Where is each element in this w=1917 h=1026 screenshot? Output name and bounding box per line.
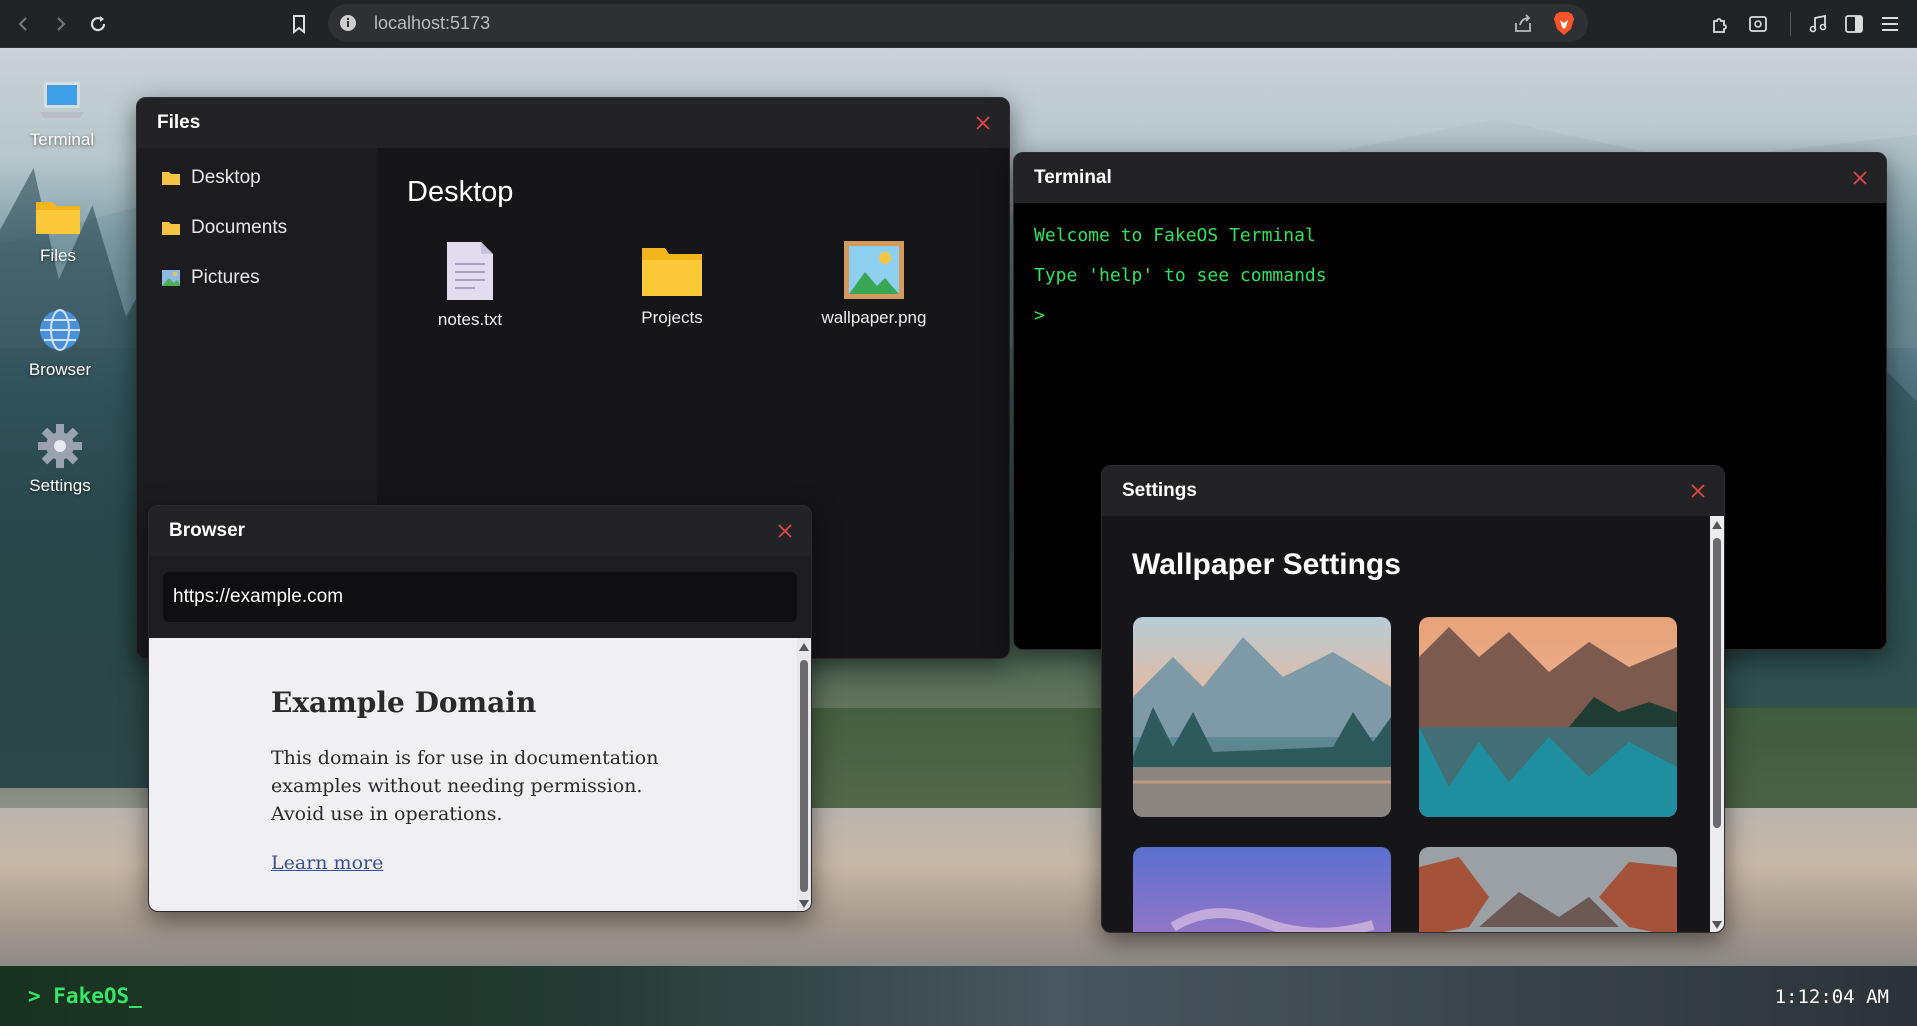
terminal-line: Welcome to FakeOS Terminal	[1034, 225, 1316, 246]
brave-icon[interactable]	[1552, 11, 1576, 37]
folder-icon	[161, 219, 181, 237]
window-title: Settings	[1122, 480, 1197, 501]
folder-heading: Desktop	[407, 176, 514, 208]
folder-icon	[34, 192, 82, 240]
text-file-icon	[395, 240, 545, 302]
wallpaper-thumb-valley[interactable]	[1133, 617, 1391, 817]
image-file-icon	[799, 240, 949, 300]
wallpaper-thumb-purple-sky[interactable]	[1133, 847, 1391, 932]
scrollbar-thumb[interactable]	[800, 660, 808, 892]
extensions-icon[interactable]	[1706, 10, 1734, 38]
settings-content: Wallpaper Settings	[1102, 516, 1724, 932]
scroll-down-icon[interactable]	[1712, 921, 1722, 929]
forward-icon[interactable]	[46, 10, 74, 38]
scrollbar[interactable]	[797, 638, 811, 911]
close-icon[interactable]	[1688, 481, 1708, 501]
page-heading: Example Domain	[271, 686, 537, 719]
browser-titlebar[interactable]: Browser	[149, 506, 811, 556]
window-title: Browser	[169, 520, 246, 541]
taskbar: > FakeOS_ 1:12:04 AM	[0, 966, 1917, 1026]
wallpaper-thumb-red-canyon[interactable]	[1419, 847, 1677, 932]
back-icon[interactable]	[10, 10, 38, 38]
sidebar-item-documents[interactable]: Documents	[161, 214, 287, 242]
close-icon[interactable]	[775, 521, 795, 541]
page-body: This domain is for use in documentation …	[271, 747, 659, 825]
address-bar[interactable]: localhost:5173	[328, 4, 1588, 42]
info-icon[interactable]	[338, 13, 358, 33]
file-item-projects[interactable]: Projects	[597, 240, 747, 328]
terminal-titlebar[interactable]: Terminal	[1014, 153, 1886, 203]
close-icon[interactable]	[973, 113, 993, 133]
terminal-line: Type 'help' to see commands	[1034, 265, 1327, 286]
gear-icon	[36, 422, 84, 470]
desktop-icon-files[interactable]: Files	[8, 192, 108, 266]
bookmark-icon[interactable]	[285, 10, 313, 38]
file-item-label: wallpaper.png	[821, 308, 927, 327]
browser-window: Browser https://example.com Example Doma…	[148, 505, 812, 912]
os-brand[interactable]: > FakeOS_	[28, 984, 142, 1008]
desktop-icon-settings[interactable]: Settings	[10, 422, 110, 496]
close-icon[interactable]	[1850, 168, 1870, 188]
browser-page: Example Domain This domain is for use in…	[149, 638, 811, 911]
terminal-prompt[interactable]: >	[1034, 305, 1045, 326]
file-item-notes[interactable]: notes.txt	[395, 240, 545, 330]
scroll-up-icon[interactable]	[1712, 521, 1722, 529]
browser-chrome: localhost:5173	[0, 0, 1917, 48]
sidebar-item-label: Documents	[191, 217, 288, 238]
folder-icon	[161, 169, 181, 187]
desktop-icon-label: Settings	[29, 476, 91, 495]
folder-icon	[597, 240, 747, 300]
settings-window: Settings Wallpaper Settings	[1101, 465, 1725, 933]
menu-icon[interactable]	[1876, 10, 1904, 38]
desktop-icon-browser[interactable]: Browser	[10, 306, 110, 380]
window-title: Terminal	[1034, 167, 1112, 188]
desktop-icon-label: Terminal	[29, 130, 95, 149]
sidebar-icon[interactable]	[1840, 10, 1868, 38]
share-icon[interactable]	[1512, 13, 1534, 35]
clock: 1:12:04 AM	[1774, 986, 1889, 1008]
image-icon	[161, 269, 181, 287]
screenshot-icon[interactable]	[1744, 10, 1772, 38]
scroll-up-icon[interactable]	[799, 643, 809, 651]
file-item-label: notes.txt	[437, 310, 503, 329]
toolbar-divider	[1790, 12, 1791, 36]
learn-more-link[interactable]: Learn more	[271, 852, 383, 874]
wallpaper-thumb-lake[interactable]	[1419, 617, 1677, 817]
settings-titlebar[interactable]: Settings	[1102, 466, 1724, 516]
laptop-icon	[38, 76, 86, 124]
media-icon[interactable]	[1804, 10, 1832, 38]
sidebar-item-label: Pictures	[191, 267, 260, 288]
globe-icon	[36, 306, 84, 354]
sidebar-item-desktop[interactable]: Desktop	[161, 164, 261, 192]
reload-icon[interactable]	[84, 10, 112, 38]
browser-address-input[interactable]: https://example.com	[163, 572, 797, 622]
file-item-wallpaper[interactable]: wallpaper.png	[799, 240, 949, 328]
scrollbar-thumb[interactable]	[1713, 538, 1721, 828]
files-titlebar[interactable]: Files	[137, 98, 1009, 148]
scroll-down-icon[interactable]	[799, 900, 809, 908]
settings-heading: Wallpaper Settings	[1132, 548, 1401, 581]
sidebar-item-pictures[interactable]: Pictures	[161, 264, 260, 292]
window-title: Files	[157, 112, 201, 133]
sidebar-item-label: Desktop	[191, 167, 261, 188]
desktop-icon-terminal[interactable]: Terminal	[12, 76, 112, 150]
desktop-icon-label: Browser	[28, 360, 92, 379]
address-text: localhost:5173	[374, 13, 491, 33]
desktop-icon-label: Files	[40, 246, 76, 265]
file-item-label: Projects	[641, 308, 703, 327]
scrollbar[interactable]	[1710, 516, 1724, 932]
